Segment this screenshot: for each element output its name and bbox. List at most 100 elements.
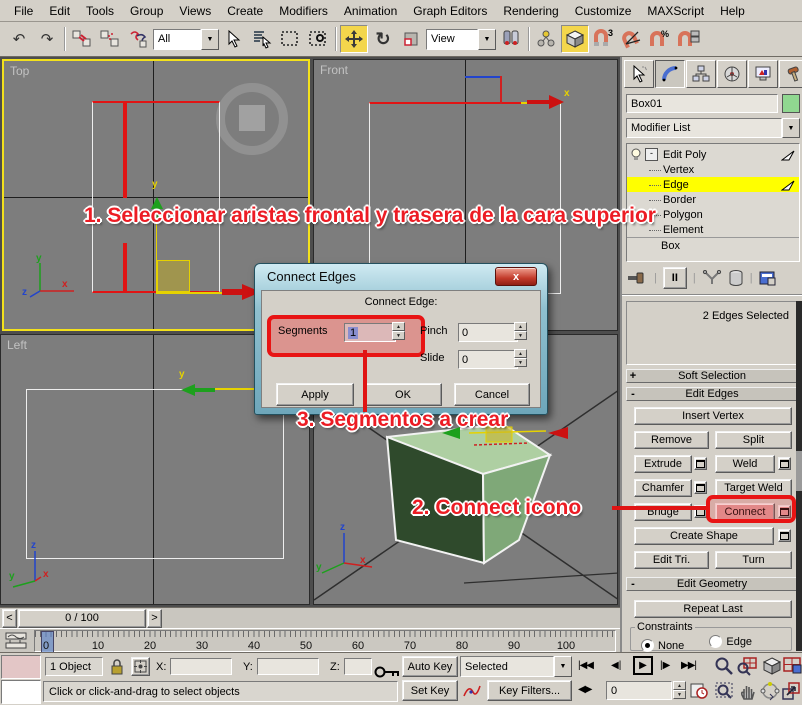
panel-scrollbar[interactable] <box>796 301 802 651</box>
configure-modifier-sets-icon[interactable] <box>759 270 777 286</box>
menu-maxscript[interactable]: MAXScript <box>639 2 712 20</box>
tab-modify-icon[interactable] <box>655 60 685 88</box>
stack-row-edge-selected[interactable]: Edge <box>627 177 799 192</box>
show-end-result-icon[interactable]: II <box>663 267 687 289</box>
rectangular-selection-region-icon[interactable] <box>277 26 303 52</box>
tab-hierarchy-icon[interactable] <box>686 60 716 88</box>
key-filter-arrow-icon[interactable]: ▼ <box>554 656 572 677</box>
zoom-all-icon[interactable] <box>736 656 758 676</box>
spinner-down-icon[interactable]: ▼ <box>392 331 405 340</box>
zoom-extents-icon[interactable] <box>762 656 782 676</box>
spinner-snap-icon[interactable] <box>675 26 701 52</box>
object-name-field[interactable]: Box01 <box>626 94 778 113</box>
z-coordinate-field[interactable] <box>344 658 372 675</box>
selection-lock-icon[interactable] <box>110 658 124 675</box>
tab-motion-icon[interactable] <box>717 60 747 88</box>
key-mode-toggle-icon[interactable]: ◀▶ <box>578 684 591 695</box>
spinner-up-icon[interactable]: ▲ <box>514 349 527 358</box>
menu-animation[interactable]: Animation <box>336 2 405 20</box>
constraint-none-radio[interactable]: None <box>641 639 684 652</box>
maxscript-mini-listener-pink[interactable] <box>1 655 41 679</box>
pinch-spinner[interactable]: ▲▼ <box>514 322 527 340</box>
stack-row-vertex[interactable]: Vertex <box>627 162 799 177</box>
time-slider-prev-button[interactable]: < <box>2 609 17 628</box>
maxscript-mini-listener-white[interactable] <box>1 680 41 704</box>
remove-button[interactable]: Remove <box>634 431 709 449</box>
spinner-down-icon[interactable]: ▼ <box>673 690 686 699</box>
percent-snap-icon[interactable]: % <box>647 26 673 52</box>
select-and-move-icon[interactable] <box>340 25 368 53</box>
menu-create[interactable]: Create <box>219 2 271 20</box>
rollout-edit-geometry[interactable]: -Edit Geometry <box>626 577 798 591</box>
chamfer-button[interactable]: Chamfer <box>634 479 692 497</box>
maximize-viewport-toggle-icon[interactable] <box>781 681 801 701</box>
weld-button[interactable]: Weld <box>715 455 775 473</box>
create-shape-button[interactable]: Create Shape <box>634 527 774 545</box>
select-by-name-icon[interactable] <box>249 26 275 52</box>
set-key-curve-icon[interactable] <box>462 683 482 699</box>
object-color-swatch[interactable] <box>782 94 800 113</box>
reference-coordinate-dropdown[interactable]: View ▼ <box>426 29 496 50</box>
rollout-soft-selection[interactable]: +Soft Selection <box>626 369 798 383</box>
select-and-rotate-icon[interactable]: ↻ <box>370 26 396 52</box>
next-frame-icon[interactable]: |▶ <box>660 660 670 671</box>
zoom-extents-all-icon[interactable] <box>782 656 802 676</box>
tab-utilities-icon[interactable] <box>779 60 802 88</box>
zoom-icon[interactable] <box>714 656 734 676</box>
menu-customize[interactable]: Customize <box>567 2 640 20</box>
spinner-down-icon[interactable]: ▼ <box>514 358 527 367</box>
spinner-up-icon[interactable]: ▲ <box>673 681 686 690</box>
cancel-button[interactable]: Cancel <box>454 383 530 406</box>
weld-settings-icon[interactable] <box>778 457 791 470</box>
slide-field[interactable]: 0 <box>458 350 518 369</box>
absolute-offset-toggle-icon[interactable] <box>131 657 150 676</box>
menu-modifiers[interactable]: Modifiers <box>271 2 336 20</box>
rollout-edit-edges[interactable]: -Edit Edges <box>626 387 798 401</box>
reference-coordinate-arrow-icon[interactable]: ▼ <box>478 29 496 50</box>
modifier-list-arrow-icon[interactable]: ▼ <box>782 118 800 138</box>
set-key-button[interactable]: Set Key <box>402 680 458 701</box>
select-and-scale-icon[interactable] <box>398 26 424 52</box>
frame-spinner[interactable]: ▲▼ <box>673 681 686 699</box>
key-filters-button[interactable]: Key Filters... <box>487 680 572 701</box>
spinner-down-icon[interactable]: ▼ <box>514 331 527 340</box>
time-configuration-icon[interactable] <box>690 682 708 699</box>
arc-rotate-icon[interactable] <box>760 681 780 701</box>
make-unique-icon[interactable] <box>702 270 722 286</box>
time-slider-handle[interactable]: 0 / 100 <box>18 609 146 628</box>
select-object-icon[interactable] <box>221 26 247 52</box>
chamfer-settings-icon[interactable] <box>694 481 707 494</box>
edit-tri-button[interactable]: Edit Tri. <box>634 551 709 569</box>
slide-spinner[interactable]: ▲▼ <box>514 349 527 367</box>
auto-key-button[interactable]: Auto Key <box>402 656 458 677</box>
go-to-end-icon[interactable]: ▶▶| <box>681 660 696 671</box>
lightbulb-icon[interactable] <box>630 148 642 161</box>
keyboard-shortcut-override-icon[interactable] <box>374 665 400 679</box>
turn-button[interactable]: Turn <box>715 551 792 569</box>
constraint-edge-radio[interactable]: Edge <box>709 635 752 648</box>
menu-edit[interactable]: Edit <box>41 2 78 20</box>
time-slider-next-button[interactable]: > <box>147 609 162 628</box>
select-and-link-icon[interactable] <box>69 26 95 52</box>
angle-snap-icon[interactable] <box>619 26 645 52</box>
create-shape-settings-icon[interactable] <box>778 529 791 542</box>
stack-row-box[interactable]: Box <box>627 237 799 253</box>
use-pivot-point-icon[interactable] <box>498 26 524 52</box>
menu-tools[interactable]: Tools <box>78 2 122 20</box>
insert-vertex-button[interactable]: Insert Vertex <box>634 407 792 425</box>
repeat-last-button[interactable]: Repeat Last <box>634 600 792 618</box>
ok-button[interactable]: OK <box>364 383 442 406</box>
connect-edges-dialog[interactable]: Connect Edges x Connect Edge: Segments 1… <box>254 263 548 415</box>
y-coordinate-field[interactable] <box>257 658 319 675</box>
tab-create-icon[interactable] <box>624 60 654 88</box>
segments-field[interactable]: 1 <box>344 323 396 342</box>
track-bar-ruler[interactable]: 0 10 20 30 40 50 60 70 80 90 100 <box>34 630 616 652</box>
extrude-button[interactable]: Extrude <box>634 455 692 473</box>
spinner-up-icon[interactable]: ▲ <box>392 322 405 331</box>
zoom-region-icon[interactable] <box>714 681 734 701</box>
snaps-toggle-icon[interactable] <box>561 25 589 53</box>
redo-icon[interactable]: ↷ <box>34 26 60 52</box>
remove-modifier-icon[interactable] <box>728 269 744 287</box>
menu-rendering[interactable]: Rendering <box>495 2 566 20</box>
key-filter-selection-dropdown[interactable]: Selected ▼ <box>460 656 572 677</box>
